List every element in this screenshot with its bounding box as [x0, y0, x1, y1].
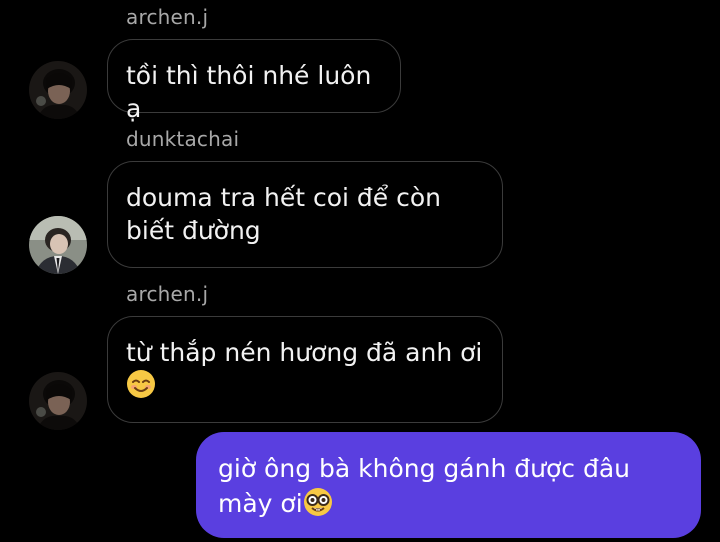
message-text-line: biết đường — [126, 216, 261, 245]
message-text-line: douma tra hết coi để còn — [126, 183, 441, 212]
avatar[interactable] — [29, 61, 87, 119]
message-bubble[interactable]: douma tra hết coi để còn biết đường — [107, 161, 503, 268]
sender-name: archen.j — [126, 5, 209, 29]
sender-name: dunktachai — [126, 127, 240, 151]
avatar[interactable] — [29, 216, 87, 274]
message-text-line: từ thắp nén hương đã anh ơi — [126, 338, 483, 367]
nerd-face-icon — [303, 487, 333, 517]
message-text-line: giờ ông bà không gánh được đâu — [218, 454, 630, 483]
message-bubble[interactable]: tồi thì thôi nhé luôn ạ — [107, 39, 401, 123]
message-text-line: mày ơi — [218, 489, 303, 518]
sender-name: archen.j — [126, 282, 209, 306]
outgoing-message-bubble[interactable]: giờ ông bà không gánh được đâu mày ơi — [196, 432, 701, 538]
message-bubble[interactable]: từ thắp nén hương đã anh ơi — [107, 316, 503, 423]
message-text: tồi thì thôi nhé luôn ạ — [126, 61, 372, 123]
avatar[interactable] — [29, 372, 87, 430]
smiling-face-with-smiling-eyes-icon — [126, 369, 156, 399]
